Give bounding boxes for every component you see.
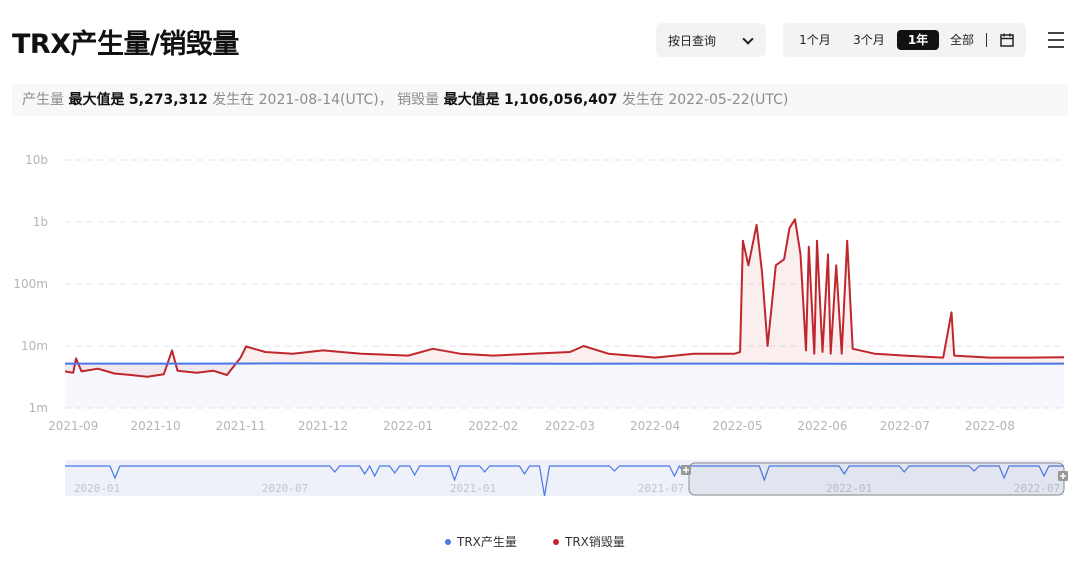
query-mode-select[interactable]: 按日查询 — [656, 23, 766, 57]
x-tick-label: 2022-07 — [880, 419, 930, 433]
mint-max-date: 2021-08-14(UTC) — [258, 92, 379, 108]
mint-series-area — [65, 363, 1064, 408]
navigator-left-handle[interactable] — [681, 465, 691, 475]
burn-max-label: 最大值是 — [443, 92, 500, 108]
summary-separator: ， — [378, 92, 393, 108]
burn-label: 销毁量 — [397, 92, 440, 108]
mint-legend-dot — [445, 538, 451, 545]
menu-icon[interactable] — [1046, 31, 1066, 49]
range-1-month-button[interactable]: 1个月 — [793, 30, 837, 50]
navigator-axis-label: 2021-07 — [638, 482, 684, 495]
mint-burn-chart: 1m 10m 100m 1b 10b 2021-09 2021-10 2021-11 2021-… — [13, 153, 1068, 497]
mint-max-label: 最大值是 — [68, 92, 125, 108]
burn-legend-label: TRX销毁量 — [565, 535, 625, 549]
y-tick-label: 10b — [25, 153, 48, 167]
x-tick-label: 2022-08 — [965, 419, 1015, 433]
y-tick-label: 1m — [29, 401, 48, 415]
query-mode-label: 按日查询 — [668, 33, 717, 48]
burn-max-date: 2022-05-22(UTC) — [668, 92, 789, 108]
x-tick-label: 2022-05 — [712, 419, 762, 433]
x-tick-label: 2021-09 — [48, 419, 98, 433]
range-divider — [986, 33, 987, 47]
burn-occur-label: 发生在 — [621, 92, 664, 108]
navigator-axis-label: 2020-07 — [262, 482, 308, 495]
x-tick-label: 2021-11 — [216, 419, 266, 433]
x-tick-label: 2021-10 — [130, 419, 180, 433]
x-tick-label: 2022-04 — [630, 419, 680, 433]
x-tick-label: 2021-12 — [298, 419, 348, 433]
x-tick-label: 2022-03 — [545, 419, 595, 433]
page-title: TRX产生量/销毁量 — [12, 29, 239, 60]
time-range-group: 1个月 3个月 1年 全部 — [783, 23, 1026, 57]
burn-legend-dot — [553, 538, 559, 545]
burn-series-line — [64, 218, 1065, 378]
mint-max-value: 5,273,312 — [128, 92, 208, 108]
y-tick-label: 100m — [13, 277, 48, 291]
y-tick-label: 1b — [33, 215, 48, 229]
max-values-summary: 产生量 最大值是 5,273,312 发生在 2021-08-14(UTC)， … — [12, 84, 1068, 116]
chevron-down-icon — [742, 33, 754, 45]
mint-legend-label: TRX产生量 — [457, 535, 517, 549]
navigator-axis-label: 2021-01 — [450, 482, 496, 495]
navigator-selection[interactable] — [688, 462, 1065, 496]
range-1-year-button[interactable]: 1年 — [897, 30, 939, 50]
legend-item-burn[interactable]: TRX销毁量 — [553, 533, 625, 550]
x-tick-label: 2022-02 — [468, 419, 518, 433]
calendar-icon[interactable] — [999, 32, 1015, 48]
y-tick-label: 10m — [21, 339, 48, 353]
burn-max-value: 1,106,056,407 — [504, 92, 618, 108]
x-tick-label: 2022-06 — [797, 419, 847, 433]
range-all-button[interactable]: 全部 — [945, 30, 979, 50]
x-tick-label: 2022-01 — [383, 419, 433, 433]
range-3-month-button[interactable]: 3个月 — [847, 30, 891, 50]
navigator-right-handle[interactable] — [1058, 471, 1068, 481]
legend-item-mint[interactable]: TRX产生量 — [445, 533, 517, 550]
mint-label: 产生量 — [22, 92, 64, 108]
mint-series-line — [65, 362, 1065, 365]
navigator-axis-label: 2020-01 — [74, 482, 120, 495]
mint-occur-label: 发生在 — [212, 92, 255, 108]
